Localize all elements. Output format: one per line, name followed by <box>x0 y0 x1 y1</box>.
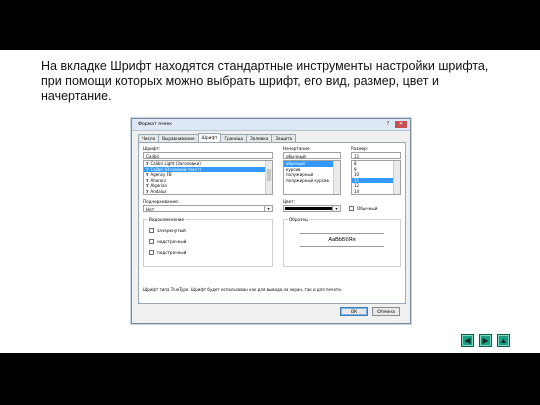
truetype-icon: T <box>146 184 149 189</box>
color-select[interactable]: ▾ <box>283 205 341 212</box>
tab-protection[interactable]: Защита <box>271 134 297 142</box>
slide-caption: На вкладке Шрифт находятся стандартные и… <box>41 59 489 103</box>
preview-area: AaBbБбЯя <box>284 224 400 266</box>
next-slide-button[interactable]: ▶ <box>479 334 492 347</box>
size-list-scrollbar[interactable] <box>393 161 400 194</box>
truetype-icon: T <box>146 162 149 166</box>
chevron-down-icon[interactable]: ▾ <box>264 206 272 211</box>
dialog-titlebar: Формат ячеек ? ✕ <box>132 119 410 131</box>
underline-value: Нет <box>146 207 155 212</box>
font-list-item-label: Aharoni <box>150 177 166 183</box>
font-list-item-label: Andalus <box>150 188 167 194</box>
font-list-item-label: Algerian <box>150 183 168 189</box>
effects-title: Видоизменение <box>148 217 186 222</box>
strikethrough-option[interactable]: зачеркнутый <box>149 228 186 233</box>
truetype-note: Шрифт типа TrueType. Шрифт будет использ… <box>143 287 342 292</box>
font-list-item-label: Agency FB <box>150 172 172 178</box>
effects-group: Видоизменение зачеркнутый надстрочный по… <box>143 217 273 267</box>
truetype-icon: T <box>146 189 149 194</box>
normal-font-label: Обычный <box>357 206 378 211</box>
color-swatch <box>285 207 332 210</box>
style-input[interactable]: обычный <box>283 152 341 159</box>
preview-sample: AaBbБбЯя <box>300 233 384 247</box>
font-list-item-label: Calibri (Основной текст) <box>150 166 202 172</box>
prev-slide-button[interactable]: ◀ <box>461 334 474 347</box>
font-list-item[interactable]: T Andalus <box>144 188 272 194</box>
superscript-option[interactable]: надстрочный <box>149 239 186 244</box>
font-list-scrollbar[interactable] <box>265 161 272 194</box>
strikethrough-checkbox[interactable] <box>149 228 154 233</box>
tab-font[interactable]: Шрифт <box>197 133 222 142</box>
font-list-item-label: Calibri Light (Заголовки) <box>150 161 201 166</box>
style-list-item[interactable]: полужирный курсив <box>284 178 340 184</box>
underline-label: Подчеркивание: <box>143 199 180 204</box>
help-icon[interactable]: ? <box>384 121 392 128</box>
arrow-right-icon: ▶ <box>482 336 489 345</box>
style-list[interactable]: обычный курсив полужирный полужирный кур… <box>283 160 341 195</box>
tab-fill[interactable]: Заливка <box>246 134 273 142</box>
arrow-left-icon: ◀ <box>464 336 471 345</box>
truetype-icon: T <box>146 173 149 178</box>
home-button[interactable]: ▲ <box>497 334 510 347</box>
style-list-scrollbar[interactable] <box>333 161 340 194</box>
tab-alignment[interactable]: Выравнивание <box>158 134 199 142</box>
size-label: Размер: <box>351 146 369 151</box>
home-icon: ▲ <box>499 336 508 345</box>
dialog-tabs: Число Выравнивание Шрифт Граница Заливка… <box>138 133 297 142</box>
tab-number[interactable]: Число <box>138 134 160 142</box>
underline-select[interactable]: Нет ▾ <box>143 205 273 212</box>
preview-title: Образец <box>288 217 309 222</box>
truetype-icon: T <box>146 178 149 183</box>
superscript-checkbox[interactable] <box>149 239 154 244</box>
close-icon[interactable]: ✕ <box>395 121 407 128</box>
cancel-button[interactable]: Отмена <box>372 307 400 316</box>
slide: На вкладке Шрифт находятся стандартные и… <box>0 50 540 353</box>
size-input[interactable]: 11 <box>351 152 401 159</box>
dialog-title: Формат ячеек <box>138 122 173 127</box>
font-input[interactable]: Calibri <box>143 152 273 159</box>
truetype-icon: T <box>146 167 149 172</box>
preview-group: Образец AaBbБбЯя <box>283 217 401 267</box>
size-list[interactable]: 8 9 10 11 12 14 <box>351 160 401 195</box>
font-list[interactable]: T Calibri Light (Заголовки) T Calibri (Осн… <box>143 160 273 195</box>
chevron-down-icon[interactable]: ▾ <box>332 206 340 211</box>
format-cells-dialog: Формат ячеек ? ✕ Число Выравнивание Шриф… <box>131 118 411 324</box>
subscript-label: подстрочный <box>157 250 187 255</box>
color-label: Цвет: <box>283 199 296 204</box>
font-label: Шрифт: <box>143 146 161 151</box>
normal-font-option[interactable]: Обычный <box>349 206 377 211</box>
style-label: Начертание: <box>283 146 311 151</box>
scrollbar-thumb[interactable] <box>267 169 271 181</box>
ok-button[interactable]: ОК <box>340 307 368 316</box>
tab-border[interactable]: Граница <box>220 134 248 142</box>
normal-font-checkbox[interactable] <box>349 206 354 211</box>
subscript-option[interactable]: подстрочный <box>149 250 186 255</box>
subscript-checkbox[interactable] <box>149 250 154 255</box>
font-tab-panel: Шрифт: Calibri T Calibri Light (Заголовки… <box>138 142 406 304</box>
strikethrough-label: зачеркнутый <box>157 228 186 233</box>
superscript-label: надстрочный <box>157 239 187 244</box>
